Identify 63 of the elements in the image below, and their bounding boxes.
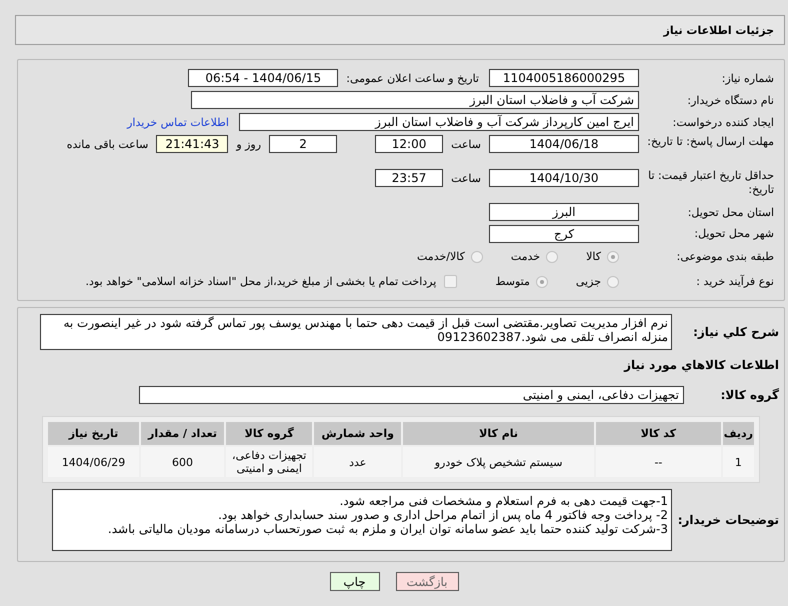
table-cell: عدد xyxy=(314,447,402,477)
table-cell: 1404/06/29 xyxy=(48,447,140,477)
back-button[interactable]: بازگشت xyxy=(396,572,458,591)
field-label: شرح کلي نیاز: xyxy=(692,325,780,339)
print-button[interactable]: چاپ xyxy=(330,572,380,591)
text-field[interactable]: 1404/06/15 - 06:54 xyxy=(188,69,338,87)
table-cell: 1 xyxy=(722,447,754,477)
text-field[interactable]: تجهیزات دفاعی، ایمنی و امنیتی xyxy=(139,386,684,404)
column-header: کد کالا xyxy=(596,422,721,445)
radio-button[interactable] xyxy=(607,250,619,262)
table-cell: 600 xyxy=(141,447,224,477)
radio-button[interactable] xyxy=(607,276,619,288)
radio-label: خدمت xyxy=(510,250,540,263)
text-field[interactable]: ایرج امین کارپرداز شرکت آب و فاضلاب استان البرز xyxy=(239,113,639,131)
text-field[interactable]: کرج xyxy=(489,224,639,242)
field-label: طبقه بندی موضوعی: xyxy=(676,250,775,263)
field-label: ساعت xyxy=(451,172,481,184)
field-label: توضیحات خریدار: xyxy=(676,513,780,527)
text-field[interactable]: 23:57 xyxy=(375,169,444,187)
field-label: روز و xyxy=(236,138,262,150)
field-label: تاریخ و ساعت اعلان عمومی: xyxy=(346,72,479,84)
text-field[interactable]: 1404/10/30 xyxy=(489,169,639,187)
text-field[interactable]: 2 xyxy=(269,135,338,153)
radio-label: کالا/خدمت xyxy=(417,250,465,263)
description-field[interactable]: نرم افزار مدیریت تصاویر.مقتضی است قبل از قیمت دهی حتما با مهندس یوسف پور تماس گرفته شود در غیر اینصورت به منزله انصراف تلقی می شود.09123602387 xyxy=(40,314,672,350)
column-header: گروه کالا xyxy=(226,422,312,445)
page-title: جزئیات اطلاعات نیاز xyxy=(664,24,774,36)
column-header: نام کالا xyxy=(403,422,594,445)
field-label: مهلت ارسال پاسخ: تا تاریخ: xyxy=(646,135,775,149)
field-label: نام دستگاه خریدار: xyxy=(686,94,775,106)
field-label: گروه کالا: xyxy=(720,388,780,402)
table-cell: سیستم تشخیص پلاک خودرو xyxy=(403,447,594,477)
radio-button[interactable] xyxy=(536,276,548,288)
field-label: شهر محل تحویل: xyxy=(693,227,775,240)
column-header: تعداد / مقدار xyxy=(141,422,224,445)
text-field[interactable]: 12:00 xyxy=(375,135,444,153)
table-cell: -- xyxy=(596,447,721,477)
radio-label: کالا xyxy=(586,250,601,263)
checkbox-label: پرداخت تمام یا بخشی از مبلغ خرید،از محل "اسناد خزانه اسلامی" خواهد بود. xyxy=(86,275,436,288)
field-label: ایجاد کننده درخواست: xyxy=(672,116,775,128)
radio-label: جزیی xyxy=(576,275,601,288)
text-field[interactable]: شرکت آب و فاضلاب استان البرز xyxy=(191,91,639,109)
column-header: تاریخ نیاز xyxy=(48,422,140,445)
field-label: ساعت xyxy=(451,138,481,150)
text-field[interactable]: 1104005186000295 xyxy=(489,69,639,87)
column-header: ردیف xyxy=(722,422,754,445)
section-title: اطلاعات کالاهاي مورد نیاز xyxy=(622,358,779,372)
field-label: حداقل تاریخ اعتبار قیمت: تا تاریخ: xyxy=(647,169,775,197)
radio-label: متوسط xyxy=(495,275,530,288)
radio-button[interactable] xyxy=(546,250,558,262)
column-header: واحد شمارش xyxy=(314,422,402,445)
table-cell: تجهیزات دفاعی، ایمنی و امنیتی xyxy=(226,447,312,477)
countdown-field[interactable]: 21:41:43 xyxy=(156,135,228,153)
checkbox[interactable] xyxy=(444,275,458,288)
text-field[interactable]: البرز xyxy=(489,203,639,221)
notes-field[interactable]: 1-جهت قیمت دهی به فرم استعلام و مشخصات فنی مراجعه شود. 2- پرداخت وجه فاکتور 4 ماه پس از اتمام مراحل اداری و صدور سند حسابداری خواهد بود. 3-شرکت تولید کننده حتما باید عضو سامانه توان ایران و ملزم به ثبت صورتحساب درسامانه مودیان مالیاتی باشد. xyxy=(52,489,672,551)
contact-link[interactable]: اطلاعات تماس خریدار xyxy=(127,116,229,128)
field-label: استان محل تحویل: xyxy=(686,206,775,218)
field-label: ساعت باقی مانده xyxy=(66,138,148,150)
field-label: شماره نیاز: xyxy=(720,72,775,84)
radio-button[interactable] xyxy=(470,250,483,262)
field-label: نوع فرآیند خرید : xyxy=(695,275,775,288)
text-field[interactable]: 1404/06/18 xyxy=(489,135,639,153)
